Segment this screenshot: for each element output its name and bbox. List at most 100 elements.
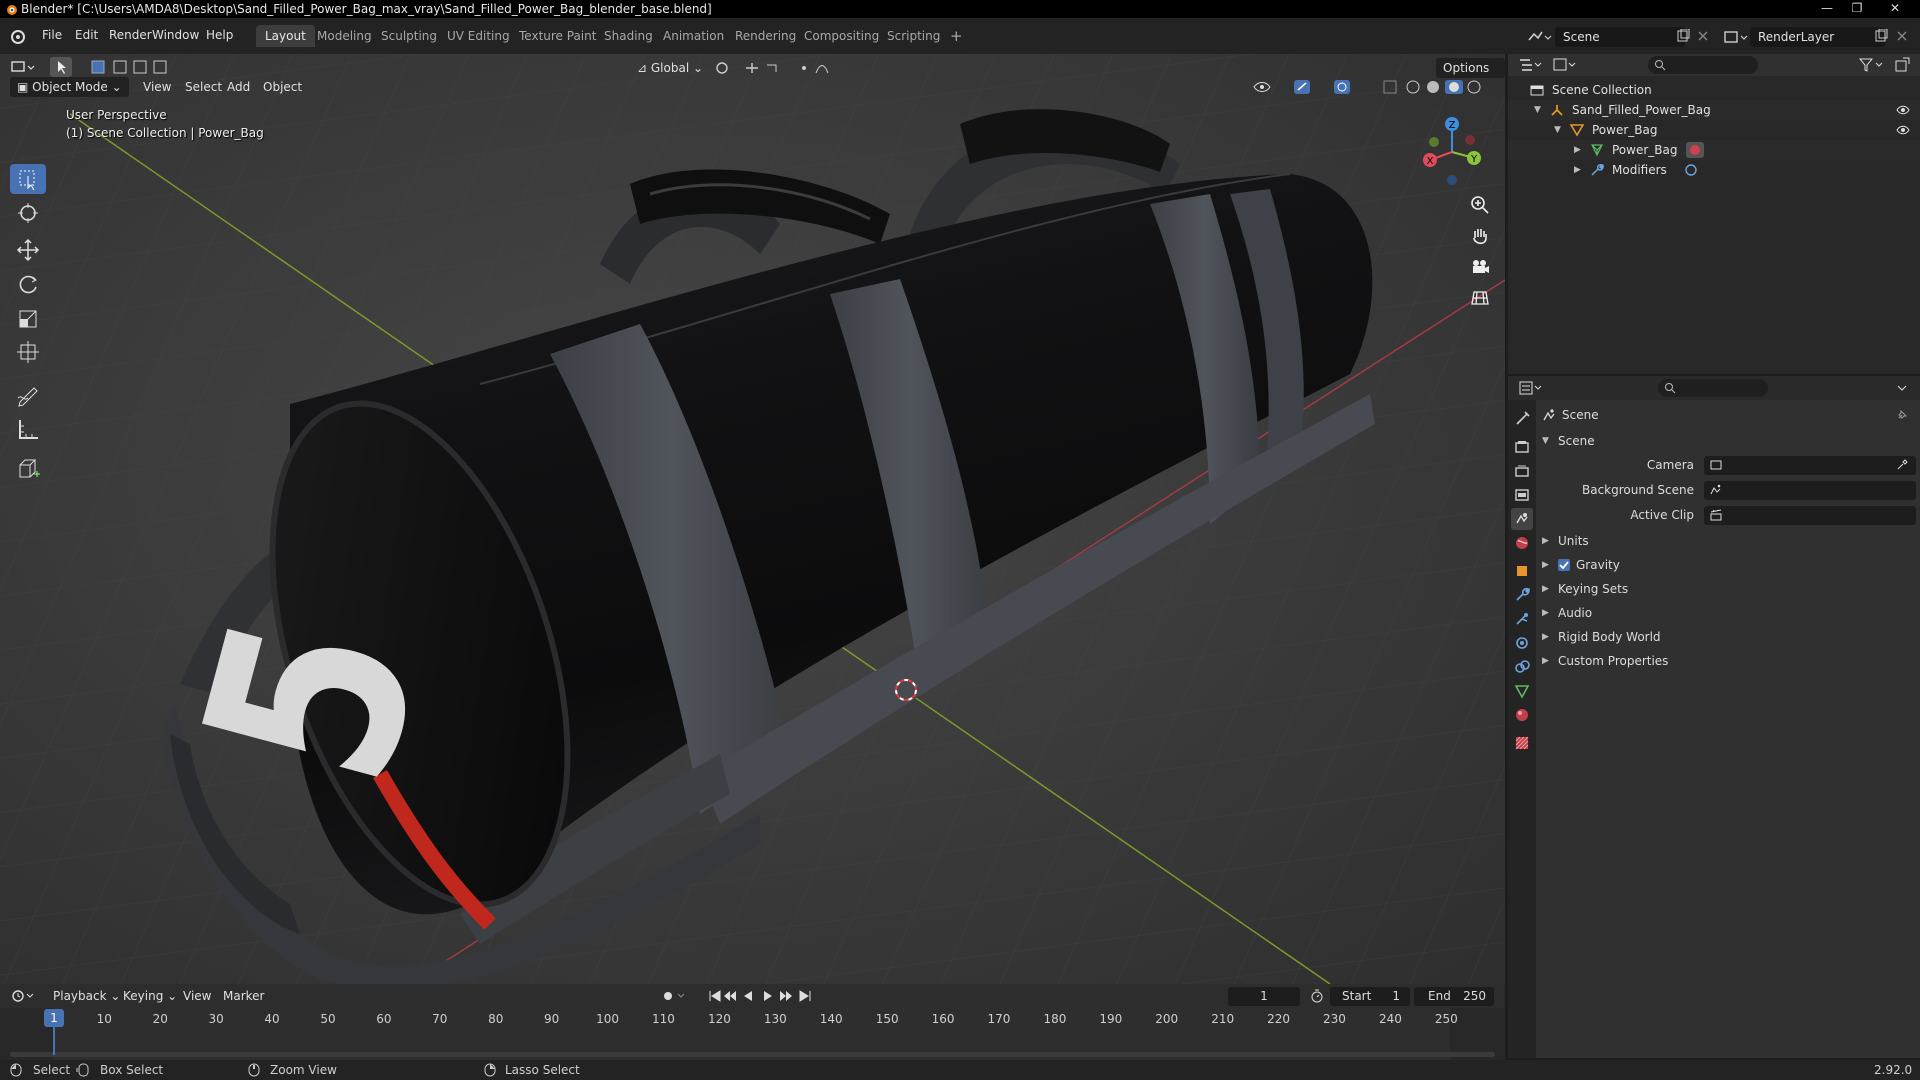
- scale-tool[interactable]: [10, 303, 46, 333]
- physics-tab-icon[interactable]: [1511, 632, 1533, 654]
- view-layer-browse-icon[interactable]: [1722, 28, 1748, 46]
- constraints-tab-icon[interactable]: [1511, 656, 1533, 678]
- scene-panel-header[interactable]: ▼ Scene: [1536, 430, 1920, 452]
- camera-field[interactable]: [1704, 456, 1916, 475]
- snapping-proportional-icons[interactable]: [712, 59, 832, 77]
- zoom-view-button[interactable]: [1466, 191, 1494, 219]
- viewport-menu-object[interactable]: Object: [256, 77, 309, 97]
- blender-menu-icon[interactable]: [8, 27, 26, 45]
- add-workspace-button[interactable]: +: [941, 25, 972, 47]
- current-frame-field[interactable]: 1: [1228, 987, 1300, 1006]
- scene-browse-icon[interactable]: [1526, 28, 1552, 46]
- active-clip-field[interactable]: [1704, 506, 1916, 525]
- pan-view-button[interactable]: [1466, 222, 1494, 250]
- texture-tab-icon[interactable]: [1511, 732, 1533, 754]
- filter-icon[interactable]: [1858, 57, 1886, 73]
- timeline-keying-menu[interactable]: Keying ⌄: [116, 986, 184, 1006]
- start-frame-field[interactable]: Start 1: [1330, 987, 1410, 1006]
- new-scene-icon[interactable]: [1676, 29, 1690, 43]
- tab-sculpting[interactable]: Sculpting: [372, 25, 446, 47]
- playhead-frame-indicator[interactable]: 1: [44, 1009, 64, 1027]
- menu-window[interactable]: Window: [146, 25, 205, 45]
- tab-scripting[interactable]: Scripting: [878, 25, 949, 47]
- custom-properties-panel-header[interactable]: ▶ Custom Properties: [1536, 650, 1920, 672]
- particles-tab-icon[interactable]: [1511, 608, 1533, 630]
- outliner-row-power-bag-mesh[interactable]: ▶ Power_Bag: [1508, 140, 1920, 160]
- world-tab-icon[interactable]: [1511, 532, 1533, 554]
- material-tab-icon[interactable]: [1511, 704, 1533, 726]
- expand-arrow-icon[interactable]: ▶: [1574, 140, 1581, 160]
- editor-type-icon[interactable]: [10, 58, 36, 76]
- tab-rendering[interactable]: Rendering: [726, 25, 805, 47]
- tab-layout[interactable]: Layout: [256, 25, 315, 47]
- object-tab-icon[interactable]: [1511, 560, 1533, 582]
- scene-name-field[interactable]: Scene: [1555, 27, 1685, 47]
- outliner-row-scene-collection[interactable]: Scene Collection: [1508, 80, 1920, 100]
- rigid-body-world-panel-header[interactable]: ▶ Rigid Body World: [1536, 626, 1920, 648]
- view-layer-field[interactable]: RenderLayer: [1750, 27, 1885, 47]
- render-tab-icon[interactable]: [1511, 436, 1533, 458]
- rotate-tool[interactable]: [10, 269, 46, 299]
- visibility-eye-icon[interactable]: [1896, 124, 1910, 136]
- expand-arrow-icon[interactable]: ▶: [1574, 160, 1581, 180]
- outliner-row-sand-filled-power-bag[interactable]: ▼ Sand_Filled_Power_Bag: [1508, 100, 1920, 120]
- visibility-eye-icon[interactable]: [1896, 104, 1910, 116]
- tab-shading[interactable]: Shading: [595, 25, 662, 47]
- 3d-viewport[interactable]: 5 ⊿ Global ⌄ Options ⌄ ▣ Object Mode ⌄ V…: [0, 54, 1505, 984]
- tab-compositing[interactable]: Compositing: [795, 25, 888, 47]
- outliner-editor-type-icon[interactable]: [1518, 57, 1544, 73]
- tab-modeling[interactable]: Modeling: [308, 25, 381, 47]
- annotate-tool[interactable]: [10, 380, 46, 410]
- viewport-menu-add[interactable]: Add: [220, 77, 257, 97]
- properties-editor-type-icon[interactable]: [1518, 380, 1544, 396]
- expand-arrow-icon[interactable]: ▼: [1534, 100, 1541, 120]
- outliner-search-input[interactable]: [1648, 56, 1758, 74]
- eyedropper-icon[interactable]: [1896, 459, 1908, 471]
- minimize-button[interactable]: —: [1812, 0, 1842, 18]
- audio-panel-header[interactable]: ▶ Audio: [1536, 602, 1920, 624]
- keying-sets-panel-header[interactable]: ▶ Keying Sets: [1536, 578, 1920, 600]
- add-cube-tool[interactable]: [10, 454, 46, 484]
- transform-tool[interactable]: [10, 337, 46, 367]
- background-scene-field[interactable]: [1704, 481, 1916, 500]
- viewport-shading-icons[interactable]: [1250, 78, 1500, 96]
- properties-search-input[interactable]: [1658, 379, 1768, 397]
- selection-mode-icons[interactable]: [90, 58, 182, 76]
- select-tool-mode-button[interactable]: [50, 57, 72, 77]
- object-data-tab-icon[interactable]: [1511, 680, 1533, 702]
- playback-controls[interactable]: [660, 988, 828, 1004]
- menu-help[interactable]: Help: [200, 25, 239, 45]
- gravity-checkbox[interactable]: [1558, 559, 1570, 571]
- move-tool[interactable]: [10, 235, 46, 265]
- pin-icon[interactable]: [1896, 409, 1908, 421]
- outliner-row-power-bag-object[interactable]: ▼ Power_Bag: [1508, 120, 1920, 140]
- timeline-view-menu[interactable]: View: [176, 986, 218, 1006]
- options-button[interactable]: Options ⌄: [1436, 58, 1505, 95]
- gravity-panel-header[interactable]: ▶ Gravity: [1536, 554, 1920, 576]
- outliner-row-modifiers[interactable]: ▶ Modifiers: [1508, 160, 1920, 180]
- navigation-gizmo[interactable]: Z Y X: [1412, 112, 1492, 192]
- scene-tab-icon[interactable]: [1511, 508, 1533, 530]
- display-mode-icon[interactable]: [1552, 57, 1578, 73]
- delete-scene-icon[interactable]: [1697, 30, 1709, 42]
- end-frame-field[interactable]: End 250: [1414, 987, 1494, 1006]
- new-collection-icon[interactable]: [1894, 57, 1910, 73]
- modifier-tab-icon[interactable]: [1511, 584, 1533, 606]
- cursor-tool[interactable]: [10, 198, 46, 228]
- close-button[interactable]: ✕: [1880, 0, 1910, 18]
- expand-arrow-icon[interactable]: ▼: [1554, 120, 1561, 140]
- viewport-menu-view[interactable]: View: [136, 77, 178, 97]
- timeline-editor-type-icon[interactable]: [10, 988, 36, 1004]
- chevron-down-icon[interactable]: [1896, 382, 1908, 394]
- new-view-layer-icon[interactable]: [1874, 29, 1888, 43]
- tool-tab-icon[interactable]: [1511, 408, 1533, 430]
- units-panel-header[interactable]: ▶ Units: [1536, 530, 1920, 552]
- select-box-tool[interactable]: [10, 164, 46, 194]
- object-mode-dropdown[interactable]: ▣ Object Mode ⌄: [10, 77, 129, 97]
- transform-orientation-dropdown[interactable]: ⊿ Global ⌄: [630, 58, 710, 78]
- delete-view-layer-icon[interactable]: [1896, 30, 1908, 42]
- tab-uv-editing[interactable]: UV Editing: [438, 25, 519, 47]
- stopwatch-icon[interactable]: [1310, 989, 1324, 1003]
- menu-file[interactable]: File: [36, 25, 68, 45]
- timeline-marker-menu[interactable]: Marker: [216, 986, 271, 1006]
